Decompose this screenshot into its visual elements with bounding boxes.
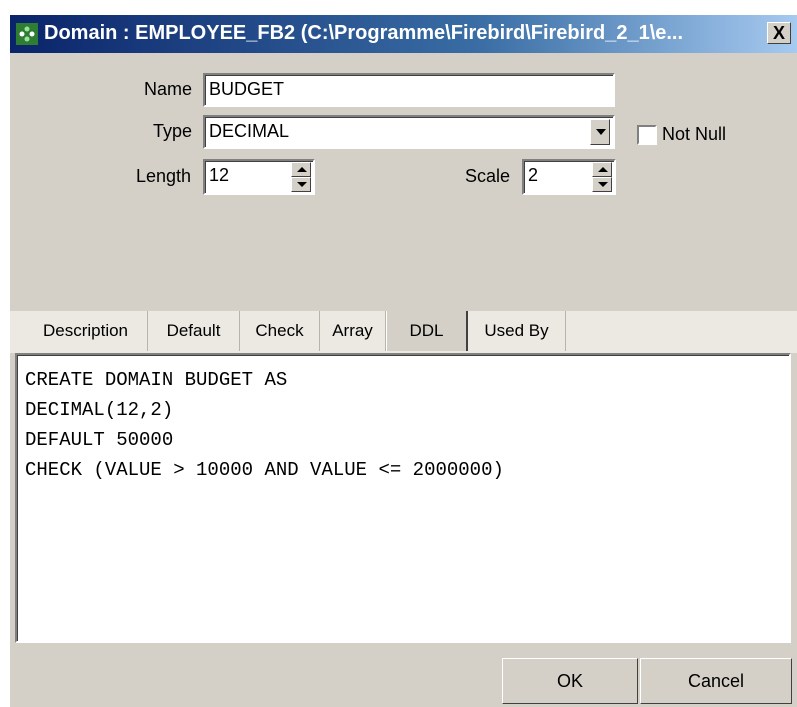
scale-value: 2 [528, 165, 539, 185]
not-null-label: Not Null [662, 124, 727, 144]
type-value: DECIMAL [209, 121, 290, 141]
tab-check[interactable]: Check [240, 311, 320, 351]
ddl-line: CHECK (VALUE > 10000 AND VALUE <= 200000… [25, 459, 504, 481]
tab-default[interactable]: Default [148, 311, 240, 351]
length-stepper[interactable] [291, 162, 311, 192]
close-icon: X [772, 23, 785, 43]
name-input[interactable]: BUDGET [203, 73, 615, 107]
type-label: Type [153, 121, 193, 141]
domain-icon [16, 23, 38, 45]
scale-down-arrow-icon[interactable] [592, 177, 612, 192]
type-dropdown-icon[interactable] [590, 119, 610, 145]
ddl-textarea[interactable]: CREATE DOMAIN BUDGET AS DECIMAL(12,2) DE… [15, 353, 791, 643]
scale-up-arrow-icon[interactable] [592, 162, 612, 177]
cancel-button[interactable]: Cancel [640, 658, 792, 704]
window-title: Domain : EMPLOYEE_FB2 (C:\Programme\Fire… [44, 22, 684, 44]
tab-ddl[interactable]: DDL [386, 311, 468, 351]
name-value: BUDGET [209, 79, 285, 99]
ddl-line: DEFAULT 50000 [25, 429, 174, 451]
tab-array[interactable]: Array [320, 311, 386, 351]
length-up-arrow-icon[interactable] [291, 162, 311, 177]
not-null-checkbox[interactable] [637, 125, 657, 145]
scale-label: Scale [465, 166, 511, 186]
length-value: 12 [209, 165, 230, 185]
ddl-line: DECIMAL(12,2) [25, 399, 174, 421]
tab-used-by[interactable]: Used By [468, 311, 566, 351]
tab-strip: Description Default Check Array DDL Used… [10, 311, 797, 353]
domain-dialog: Domain : EMPLOYEE_FB2 (C:\Programme\Fire… [10, 15, 797, 707]
tab-description[interactable]: Description [24, 311, 148, 351]
title-bar[interactable]: Domain : EMPLOYEE_FB2 (C:\Programme\Fire… [10, 15, 797, 53]
close-button[interactable]: X [767, 22, 791, 44]
length-down-arrow-icon[interactable] [291, 177, 311, 192]
name-label: Name [144, 79, 193, 99]
ddl-line: CREATE DOMAIN BUDGET AS [25, 369, 288, 391]
scale-stepper[interactable] [592, 162, 612, 192]
ok-button[interactable]: OK [502, 658, 638, 704]
type-select[interactable]: DECIMAL [203, 115, 615, 149]
length-label: Length [136, 166, 192, 186]
